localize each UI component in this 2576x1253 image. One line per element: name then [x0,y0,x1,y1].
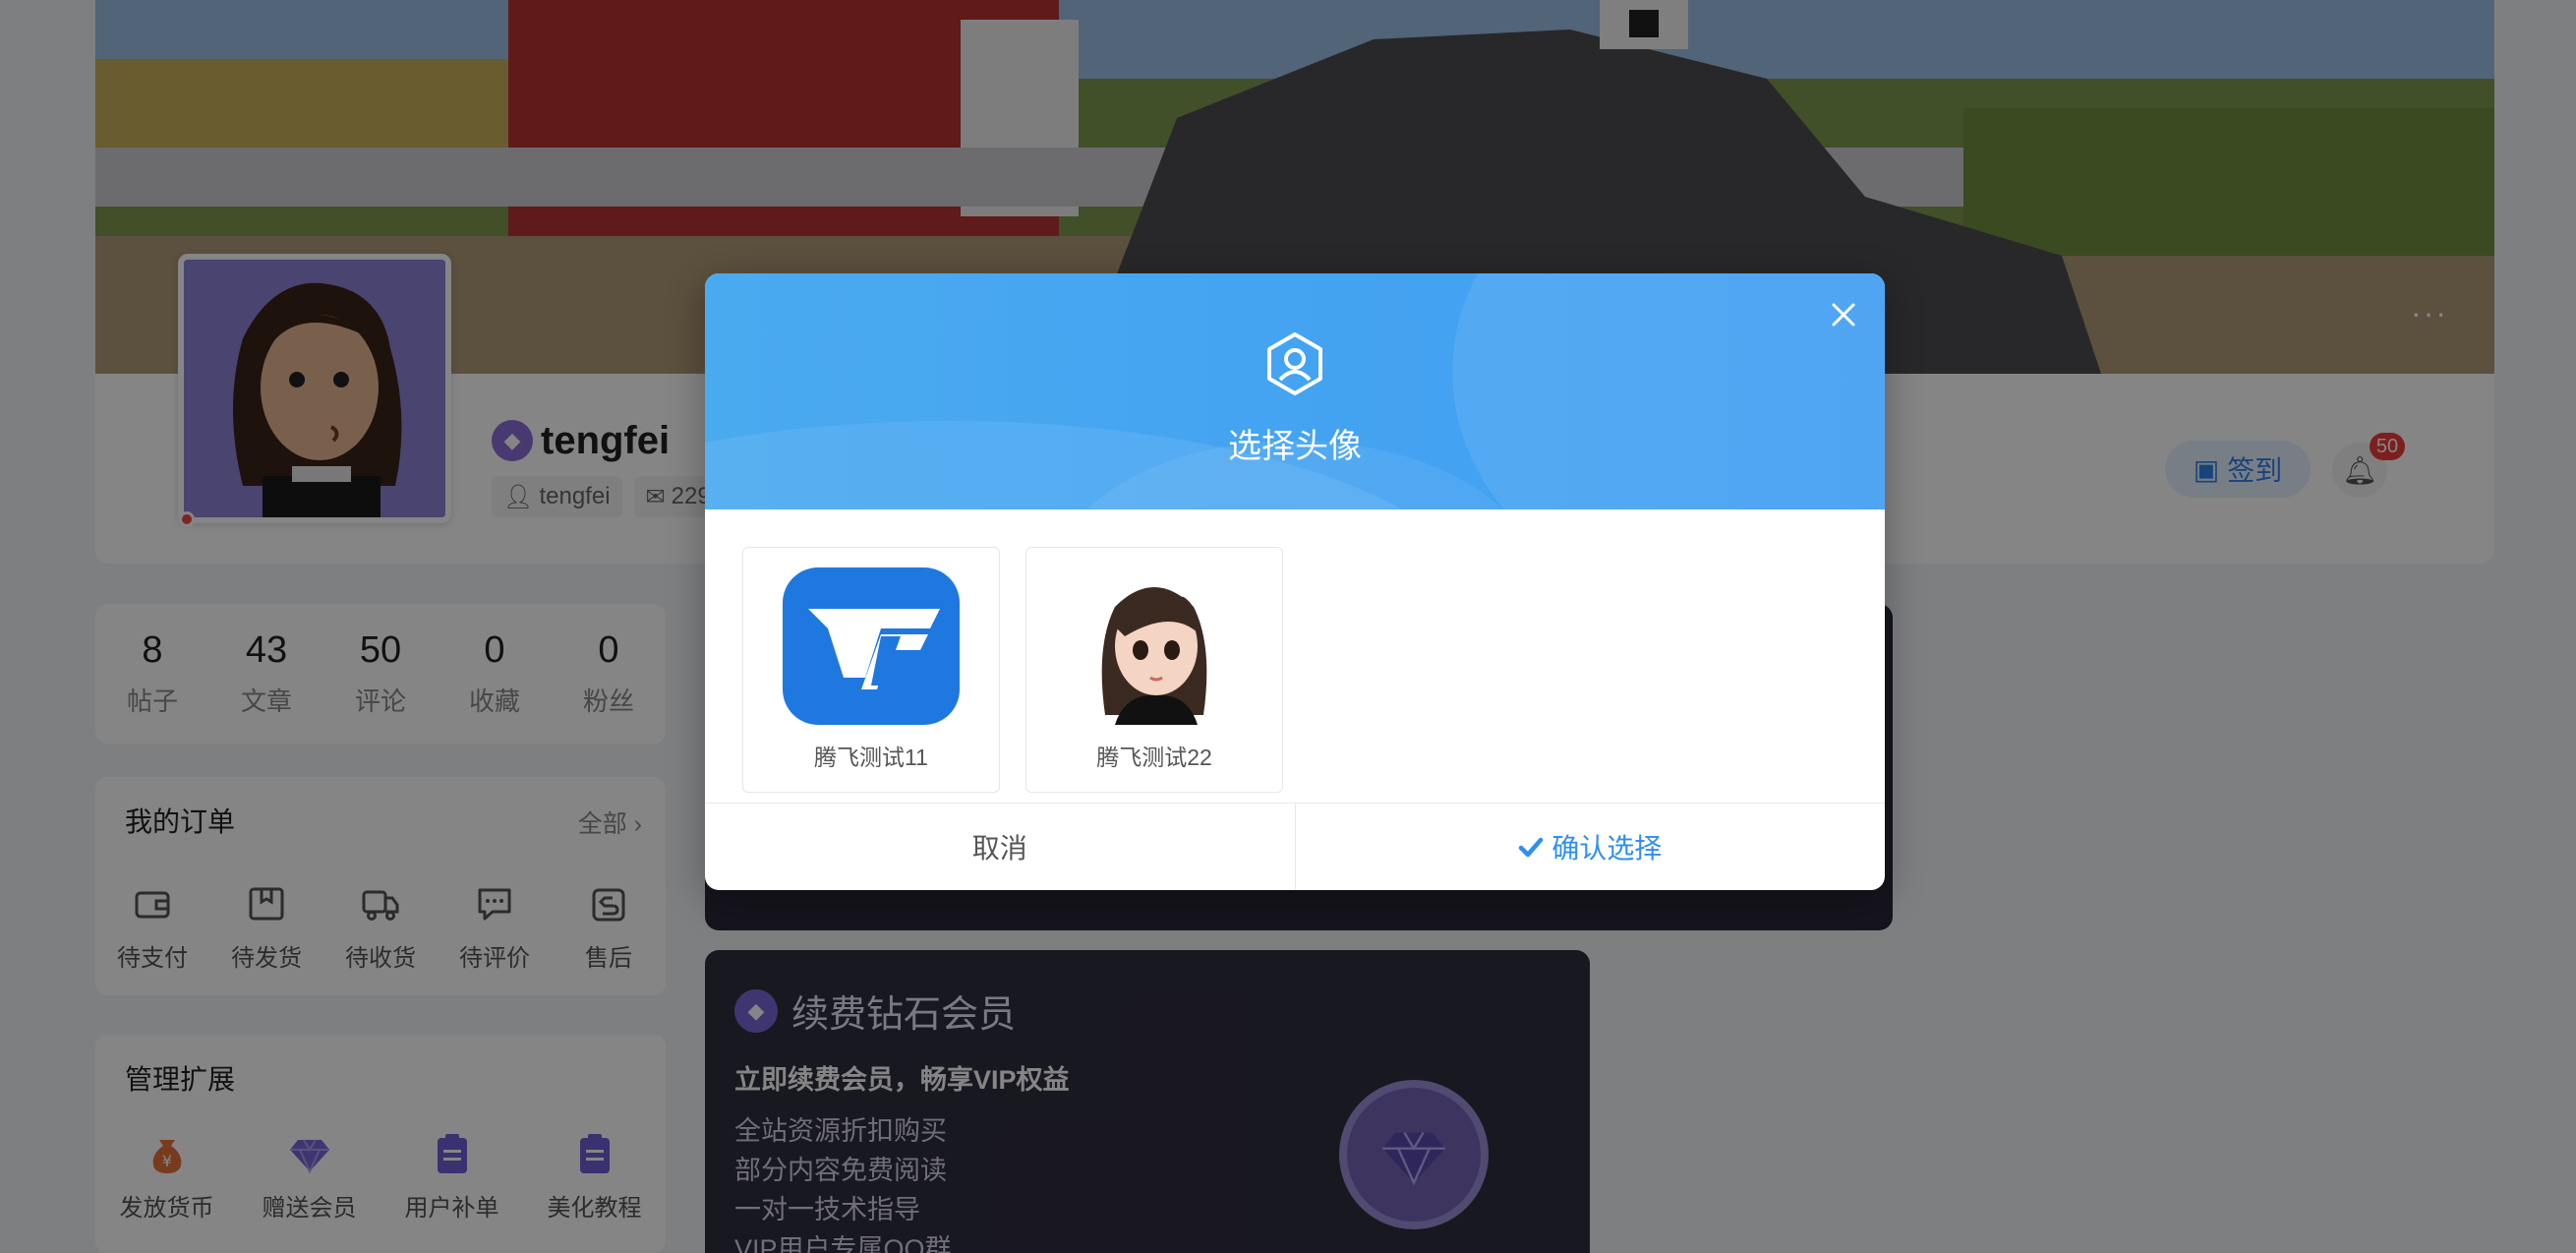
avatar-option[interactable]: 腾飞测试22 [1025,547,1283,793]
avatar-option-name: 腾飞测试11 [814,745,928,770]
girl-avatar-image [1066,567,1243,725]
cancel-button[interactable]: 取消 [705,804,1296,890]
check-icon [1518,837,1544,858]
confirm-select-button[interactable]: 确认选择 [1296,804,1886,890]
modal-title: 选择头像 [1228,428,1362,465]
avatar-option-name: 腾飞测试22 [1096,745,1212,770]
avatar-option-list: 腾飞测试11 腾飞测试22 [742,547,1283,793]
tengfei-logo-image [783,567,960,725]
user-avatar-icon [1267,332,1322,395]
modal-footer: 取消 确认选择 [705,803,1885,890]
modal-header: 选择头像 [705,273,1885,509]
close-icon[interactable] [1824,295,1863,334]
avatar-option[interactable]: 腾飞测试11 [742,547,1000,793]
confirm-label: 确认选择 [1551,833,1663,864]
select-avatar-modal: 选择头像 腾飞测试11 腾飞测试22 取消 确认选择 [705,273,1885,890]
